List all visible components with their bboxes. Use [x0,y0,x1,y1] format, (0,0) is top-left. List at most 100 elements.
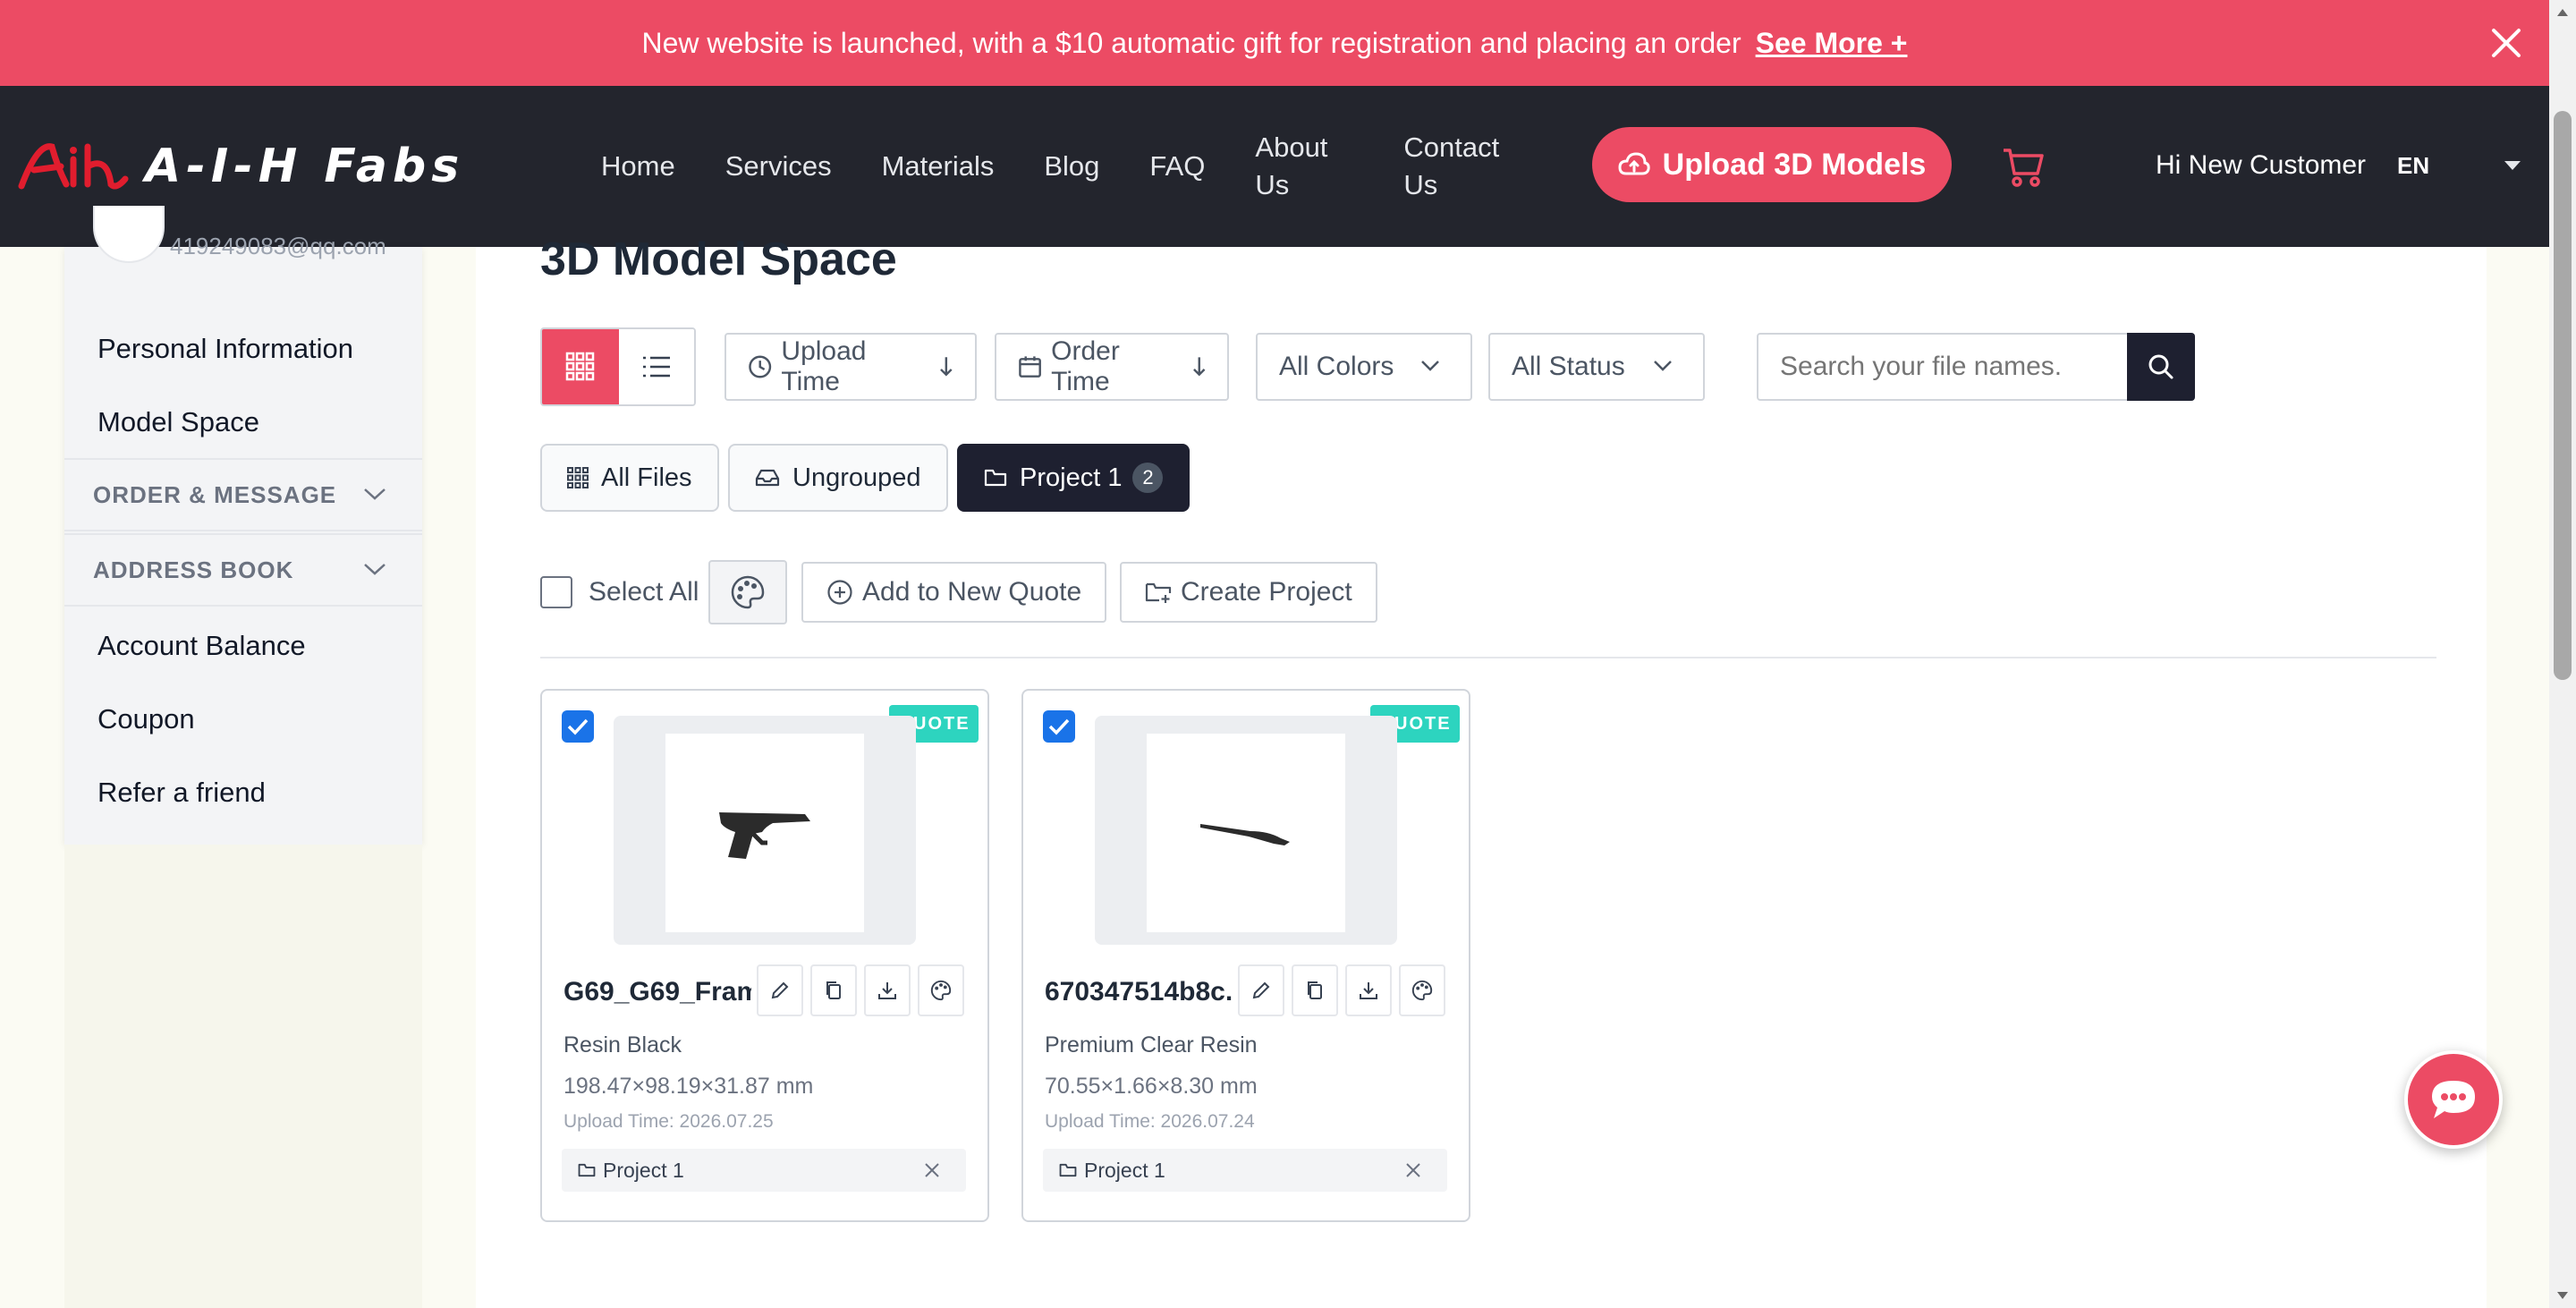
tab-label: Project 1 [1020,463,1123,492]
upload-time-sort[interactable]: Upload Time [724,333,977,401]
model-checkbox[interactable] [1043,710,1075,743]
rename-button[interactable] [757,964,803,1016]
model-name[interactable]: G69_G69_Frame.stl [564,977,751,1007]
divider [540,657,2436,658]
checkmark-icon [567,718,589,735]
language-selector[interactable]: EN [2397,152,2429,180]
search-icon [2148,354,2174,379]
scroll-down-icon[interactable] [2557,1292,2568,1299]
sidebar-item-refer-a-friend[interactable]: Refer a friend [97,777,266,809]
see-more-link[interactable]: See More + [1756,27,1908,60]
inbox-icon [755,469,780,487]
select-all[interactable]: Select All [540,576,699,608]
colors-filter[interactable]: All Colors [1256,333,1472,401]
plus-circle-icon [827,580,852,605]
sidebar-item-coupon[interactable]: Coupon [97,703,195,735]
tab-all-files[interactable]: All Files [540,444,719,512]
palette-icon [731,575,765,609]
model-material: Resin Black [564,1032,682,1057]
model-name[interactable]: 670347514b8c.stl [1045,977,1233,1007]
grid-icon [565,352,595,381]
model-tools [1238,964,1453,1016]
scroll-up-icon[interactable] [2557,9,2568,16]
color-button[interactable] [1399,964,1445,1016]
model-card[interactable]: QUOTE G69_G69_Frame.stl Resin Black 198.… [540,689,989,1222]
model-thumbnail[interactable] [665,734,864,932]
model-checkbox[interactable] [562,710,594,743]
model-thumbnail[interactable] [1147,734,1345,932]
close-icon[interactable] [1404,1161,1422,1179]
tab-project-1[interactable]: Project 1 2 [957,444,1191,512]
checkmark-icon [1048,718,1070,735]
copy-icon [826,981,841,999]
search-button[interactable] [2127,333,2195,401]
caret-down-icon[interactable] [2504,161,2521,170]
scrollbar-thumb[interactable] [2554,111,2572,680]
page-title: 3D Model Space [540,234,897,285]
list-view-button[interactable] [619,329,694,404]
nav-materials[interactable]: Materials [882,148,995,185]
add-to-new-quote-button[interactable]: Add to New Quote [801,562,1107,623]
select-all-label: Select All [589,577,699,607]
download-button[interactable] [864,964,911,1016]
nav-blog[interactable]: Blog [1044,148,1099,185]
create-project-button[interactable]: Create Project [1120,562,1377,623]
nav-about[interactable]: About Us [1255,129,1353,204]
upload-time-label: Upload Time [781,336,867,396]
download-icon [1360,982,1377,999]
sidebar-item-personal-information[interactable]: Personal Information [97,333,353,365]
chevron-down-icon [1421,361,1439,371]
rename-button[interactable] [1238,964,1284,1016]
sidebar-item-account-balance[interactable]: Account Balance [97,630,306,662]
status-filter[interactable]: All Status [1488,333,1705,401]
tab-label: Ungrouped [792,463,921,492]
announcement-text: New website is launched, with a $10 auto… [641,26,1741,59]
folder-icon [578,1163,596,1177]
copy-button[interactable] [1292,964,1338,1016]
color-button[interactable] [918,964,964,1016]
copy-button[interactable] [810,964,857,1016]
add-quote-label: Add to New Quote [862,577,1082,607]
sidebar-lower [64,845,422,1308]
order-time-label: Order Time [1051,336,1120,396]
project-tag: Project 1 [1043,1149,1447,1192]
nav-links: Home Services Materials Blog FAQ About U… [601,86,1579,247]
user-greeting[interactable]: Hi New Customer [2156,150,2366,181]
cloud-upload-icon [1618,152,1650,175]
chevron-down-icon [364,488,386,500]
upload-3d-models-button[interactable]: Upload 3D Models [1592,127,1952,202]
nav-contact[interactable]: Contact Us [1403,129,1529,204]
folder-icon [984,469,1007,487]
sidebar-group-label: ORDER & MESSAGE [93,480,337,508]
nav-home[interactable]: Home [601,148,675,185]
nav-faq[interactable]: FAQ [1149,148,1205,185]
logo-mark-icon [18,143,129,190]
sidebar-item-model-space[interactable]: Model Space [97,406,259,438]
project-tag-label: Project 1 [1084,1158,1165,1182]
select-all-checkbox[interactable] [540,576,572,608]
order-time-sort[interactable]: Order Time [995,333,1229,401]
color-palette-button[interactable] [708,560,787,624]
tab-label: All Files [601,463,692,492]
close-icon[interactable] [923,1161,941,1179]
palette-icon [1411,980,1433,1001]
chat-button[interactable] [2404,1050,2503,1149]
cart-icon[interactable] [2002,147,2045,188]
navbar: A-I-H Fabs Home Services Materials Blog … [0,86,2549,247]
logo[interactable]: A-I-H Fabs [18,140,464,193]
model-card[interactable]: QUOTE 670347514b8c.stl Premium Clear Res… [1021,689,1470,1222]
nav-services[interactable]: Services [725,148,832,185]
search-input[interactable] [1758,352,2127,382]
download-button[interactable] [1345,964,1392,1016]
grid-view-button[interactable] [542,329,619,404]
sidebar-group-address-book[interactable]: ADDRESS BOOK [64,533,422,607]
tab-ungrouped[interactable]: Ungrouped [728,444,948,512]
project-tag-label: Project 1 [603,1158,684,1182]
close-icon[interactable] [2488,25,2524,61]
pencil-icon [1252,981,1270,999]
arrow-down-icon [940,357,953,377]
grid-icon [567,467,589,488]
sidebar-group-order-message[interactable]: ORDER & MESSAGE [64,458,422,531]
chevron-down-icon [364,564,386,575]
search-box [1757,333,2195,401]
